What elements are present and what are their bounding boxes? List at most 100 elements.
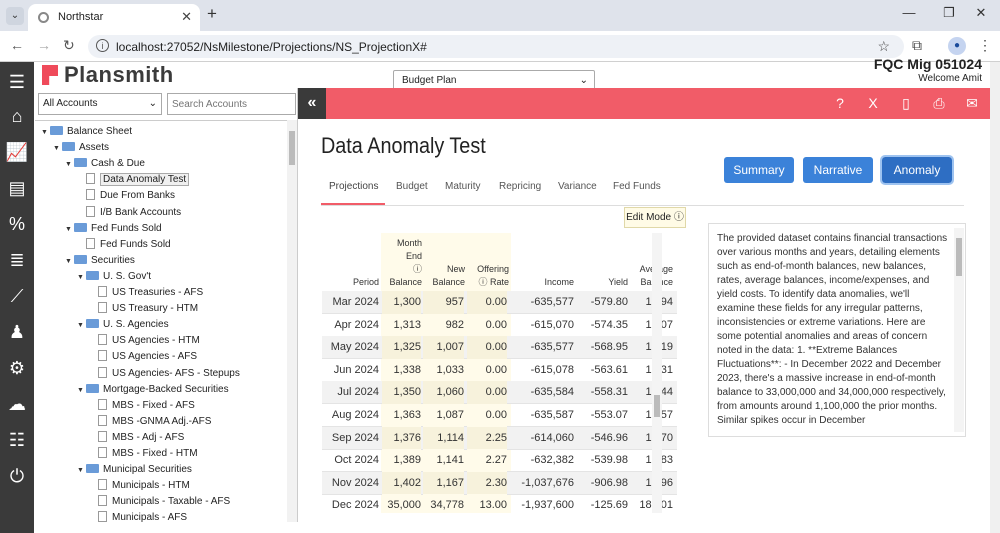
tree-leaf[interactable]: Municipals - HTM — [89, 478, 190, 494]
table-row[interactable]: Dec 2024 35,000 34,778 13.00 -1,937,600 -125.… — [322, 494, 677, 513]
tab-fed-funds[interactable]: Fed Funds — [613, 177, 663, 205]
cell-month-end[interactable]: 1,325 — [382, 336, 421, 360]
excel-icon[interactable]: X — [863, 93, 883, 113]
table-row[interactable]: Jul 20241,3501,0600.00 -635,584 -558.311,3… — [322, 381, 677, 405]
edit-mode-toggle[interactable]: Edit Mode ⓘ — [624, 207, 686, 228]
cell-offering-rate[interactable]: 0.00 — [467, 291, 507, 314]
account-search-input[interactable] — [167, 93, 296, 115]
expand-toggle-icon[interactable]: ▼ — [77, 270, 86, 286]
cell-month-end[interactable]: 1,363 — [382, 404, 421, 427]
cell-month-end[interactable]: 1,313 — [382, 313, 421, 337]
tree-leaf[interactable]: US Agencies- AFS - Stepups — [89, 366, 240, 382]
tree-folder[interactable]: ▼ Cash & Due — [65, 156, 145, 172]
tree-scroll-thumb[interactable] — [289, 131, 295, 165]
close-tab-icon[interactable]: ✕ — [181, 9, 192, 25]
tree-folder[interactable]: ▼ Balance Sheet — [41, 124, 132, 140]
reload-icon[interactable]: ↻ — [63, 37, 75, 54]
tree-folder[interactable]: ▼ Mortgage-Backed Securities — [77, 382, 229, 398]
table-row[interactable]: Oct 20241,3891,1412.27 -632,382 -539.981,3… — [322, 449, 677, 473]
cell-offering-rate[interactable]: 0.00 — [467, 381, 507, 405]
tree-folder[interactable]: ▼ Securities — [65, 253, 135, 269]
cell-new-balance[interactable]: 1,167 — [423, 471, 464, 495]
grid-scroll-thumb[interactable] — [654, 395, 660, 417]
cell-month-end[interactable]: 1,389 — [382, 449, 421, 473]
expand-toggle-icon[interactable]: ▼ — [77, 463, 86, 479]
tab-budget[interactable]: Budget — [396, 177, 436, 205]
cell-month-end[interactable]: 1,402 — [382, 471, 421, 495]
narrative-button[interactable]: Narrative — [803, 157, 873, 183]
help-icon[interactable]: ? — [830, 93, 850, 113]
extensions-icon[interactable]: ⧉ — [912, 37, 922, 54]
tree-leaf[interactable]: Due From Banks — [77, 188, 175, 204]
table-row[interactable]: Nov 20241,4021,1672.30 -1,037,676 -906.981… — [322, 471, 677, 495]
table-row[interactable]: Aug 20241,3631,0870.00 -635,587 -553.071,3… — [322, 404, 677, 427]
chart-icon[interactable]: 📈 — [0, 134, 34, 170]
tree-folder[interactable]: ▼ Municipal Securities — [77, 462, 192, 478]
tree-leaf[interactable]: Municipals - AFS — [89, 510, 187, 522]
forward-icon[interactable]: → — [37, 37, 51, 53]
cell-new-balance[interactable]: 1,087 — [423, 404, 464, 427]
pdf-icon[interactable]: ▯ — [896, 93, 916, 113]
narrative-scroll-thumb[interactable] — [956, 238, 962, 276]
menu-dots-icon[interactable]: ⋮ — [978, 37, 992, 54]
tree-leaf[interactable]: Fed Funds Sold — [77, 237, 171, 253]
tree-folder[interactable]: ▼ Fed Funds Sold — [65, 221, 162, 237]
anomaly-button[interactable]: Anomaly — [880, 155, 954, 185]
cell-new-balance[interactable]: 1,007 — [423, 336, 464, 360]
tab-projections[interactable]: Projections — [321, 177, 385, 205]
restore-button[interactable]: ❐ — [934, 5, 964, 21]
tab-maturity[interactable]: Maturity — [445, 177, 490, 205]
tree-leaf[interactable]: US Treasury - HTM — [89, 301, 198, 317]
database-icon[interactable]: ≣ — [0, 242, 34, 278]
summary-button[interactable]: Summary — [724, 157, 794, 183]
cell-offering-rate[interactable]: 0.00 — [467, 358, 507, 382]
cell-offering-rate[interactable]: 2.27 — [467, 449, 507, 473]
expand-toggle-icon[interactable]: ▼ — [41, 125, 50, 141]
tree-leaf[interactable]: US Agencies - HTM — [89, 333, 200, 349]
cell-month-end[interactable]: 1,376 — [382, 426, 421, 450]
tree-folder[interactable]: ▼ U. S. Agencies — [77, 317, 169, 333]
network-icon[interactable]: ⟋ — [0, 278, 34, 314]
gears-icon[interactable]: ⚙ — [0, 350, 34, 386]
cell-month-end[interactable]: 35,000 — [382, 494, 421, 513]
tab-repricing[interactable]: Repricing — [499, 177, 549, 205]
user-chart-icon[interactable]: ♟ — [0, 314, 34, 350]
tab-list-button[interactable]: ⌄ — [6, 7, 24, 25]
tree-folder[interactable]: ▼ Assets — [53, 140, 109, 156]
tree-leaf[interactable]: US Agencies - AFS — [89, 349, 197, 365]
narrative-scrollbar[interactable] — [954, 228, 964, 432]
browser-tab[interactable]: Northstar ✕ — [28, 4, 200, 31]
expand-toggle-icon[interactable]: ▼ — [65, 157, 74, 173]
table-row[interactable]: Mar 20241,3009570.00 -635,577 -579.801,294 — [322, 291, 677, 314]
cell-offering-rate[interactable]: 2.30 — [467, 471, 507, 495]
url-field[interactable]: i localhost:27052/NsMilestone/Projection… — [88, 35, 904, 58]
tree-scrollbar[interactable] — [287, 120, 297, 522]
table-row[interactable]: Apr 20241,3139820.00 -615,070 -574.351,307 — [322, 313, 677, 337]
tree-leaf[interactable]: US Treasuries - AFS — [89, 285, 203, 301]
expand-toggle-icon[interactable]: ▼ — [53, 141, 62, 157]
table-row[interactable]: Sep 20241,3761,1142.25 -614,060 -546.961,3… — [322, 426, 677, 450]
info-icon[interactable]: i — [96, 39, 109, 52]
profile-avatar[interactable]: ● — [948, 37, 966, 55]
list-tree-icon[interactable]: ☷ — [0, 422, 34, 458]
bookmark-star-icon[interactable]: ☆ — [877, 38, 890, 55]
cell-new-balance[interactable]: 1,141 — [423, 449, 464, 473]
tab-variance[interactable]: Variance — [558, 177, 602, 205]
tree-leaf[interactable]: I/B Bank Accounts — [77, 205, 181, 221]
tree-leaf[interactable]: MBS - Fixed - HTM — [89, 446, 198, 462]
tree-leaf[interactable]: Municipals - Taxable - AFS — [89, 494, 230, 510]
power-icon[interactable]: ⏻ — [0, 458, 34, 494]
cell-new-balance[interactable]: 982 — [423, 313, 464, 337]
cell-offering-rate[interactable]: 0.00 — [467, 313, 507, 337]
page-scrollbar[interactable] — [990, 62, 1000, 533]
cell-new-balance[interactable]: 1,033 — [423, 358, 464, 382]
cloud-upload-icon[interactable]: ☁ — [0, 386, 34, 422]
table-row[interactable]: May 20241,3251,0070.00 -635,577 -568.951,3… — [322, 336, 677, 360]
table-row[interactable]: Jun 20241,3381,0330.00 -615,078 -563.611,3… — [322, 358, 677, 382]
percent-icon[interactable]: % — [0, 206, 34, 242]
cell-new-balance[interactable]: 1,060 — [423, 381, 464, 405]
grid-scrollbar[interactable] — [652, 233, 662, 513]
tree-folder[interactable]: ▼ U. S. Gov't — [77, 269, 151, 285]
print-icon[interactable]: ⎙ — [929, 93, 949, 113]
cell-offering-rate[interactable]: 13.00 — [467, 494, 507, 513]
